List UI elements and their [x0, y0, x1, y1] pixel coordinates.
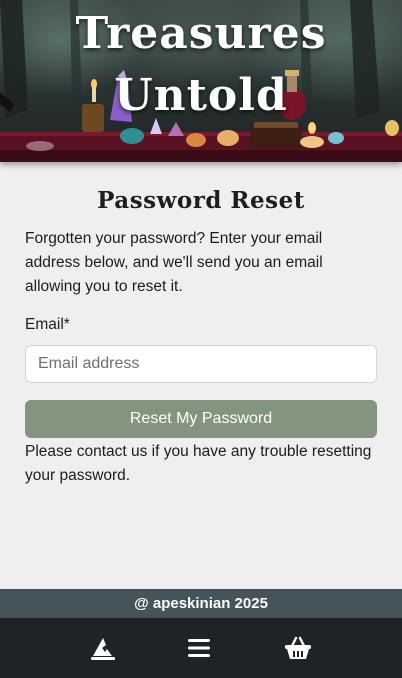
site-title-line-2: Untold — [114, 70, 288, 121]
hamburger-menu-icon — [188, 639, 210, 657]
shopping-basket-icon — [285, 636, 311, 659]
site-title-line-1: Treasures — [75, 8, 327, 59]
intro-text: Forgotten your password? Enter your emai… — [25, 230, 323, 295]
password-reset-section: Password Reset Forgotten your password? … — [25, 186, 377, 488]
nav-home-button[interactable] — [86, 632, 120, 664]
page-title: Password Reset — [97, 187, 305, 214]
hero-banner: Treasures Untold — [0, 0, 402, 162]
password-reset-form: Email* Reset My Password — [25, 313, 377, 438]
reset-password-button[interactable]: Reset My Password — [25, 400, 377, 438]
email-input[interactable] — [25, 345, 377, 383]
copyright-footer: @ apeskinian 2025 — [0, 589, 402, 618]
bottom-navigation-bar — [0, 618, 402, 678]
copyright-text: @ apeskinian 2025 — [134, 595, 268, 612]
email-label: Email* — [25, 316, 70, 333]
nav-menu-button[interactable] — [182, 632, 216, 664]
wizard-hat-icon — [91, 638, 115, 660]
contact-text: Please contact us if you have any troubl… — [25, 443, 372, 484]
nav-basket-button[interactable] — [281, 632, 315, 664]
